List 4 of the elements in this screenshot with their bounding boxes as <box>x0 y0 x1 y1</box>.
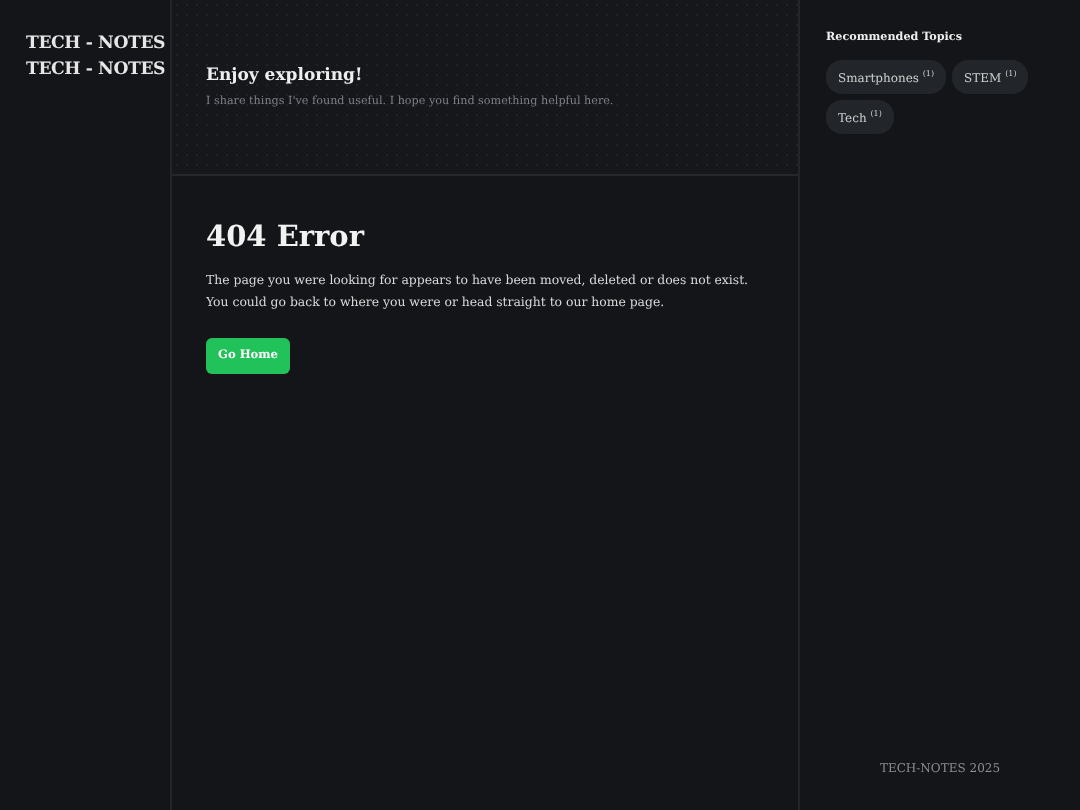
site-brand[interactable]: TECH - NOTES <box>26 32 170 58</box>
site-brand[interactable]: TECH - NOTES <box>26 58 170 84</box>
error-title: 404 Error <box>206 220 367 254</box>
header-title: Enjoy exploring! <box>206 66 365 86</box>
